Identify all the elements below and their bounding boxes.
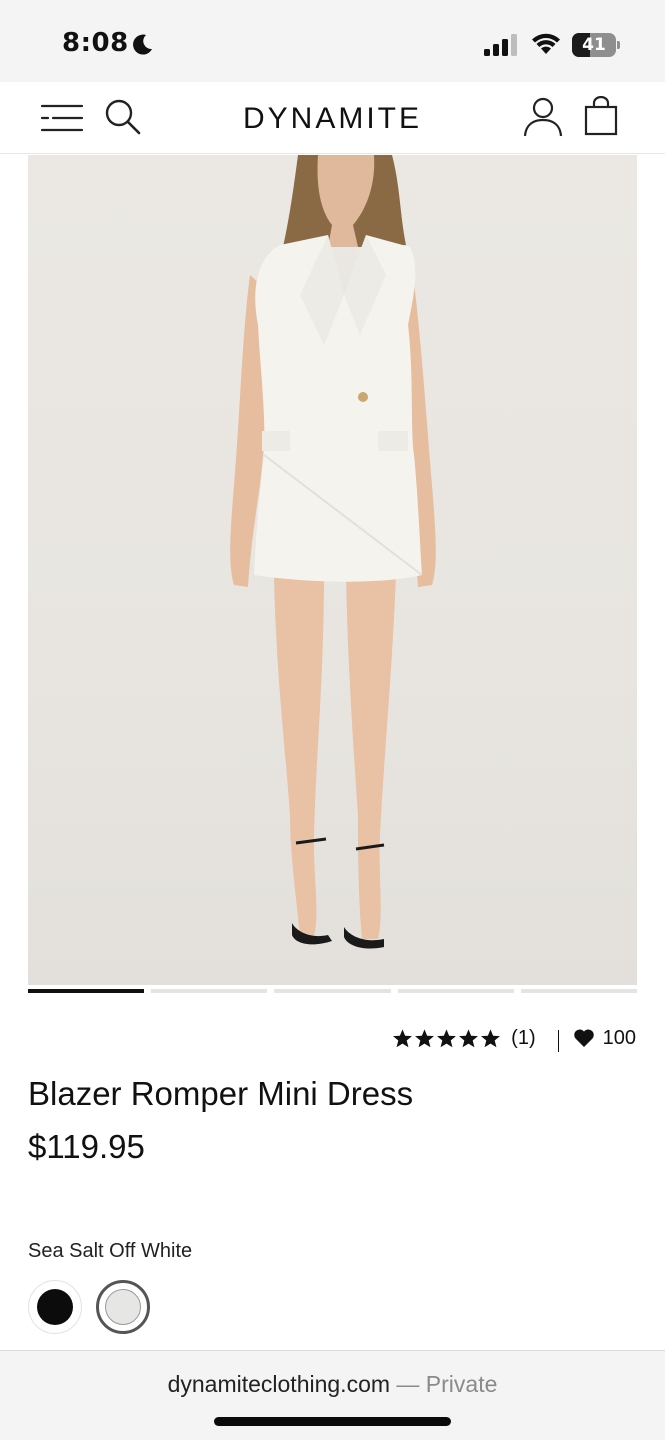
product-title: Blazer Romper Mini Dress (28, 1075, 414, 1112)
menu-icon[interactable] (40, 101, 84, 135)
star-icon (415, 1028, 435, 1047)
battery-body: 41 (572, 33, 616, 57)
url-display[interactable]: dynamiteclothing.com — Private (0, 1371, 665, 1398)
home-indicator[interactable] (214, 1417, 451, 1426)
carousel-dot[interactable] (397, 989, 514, 993)
divider (557, 1030, 559, 1052)
brand-logo[interactable]: DYNAMITE (200, 102, 465, 136)
search-icon[interactable] (104, 98, 142, 136)
image-carousel-indicator (28, 989, 638, 994)
rating-row: (1) 100 (392, 1022, 636, 1054)
status-bar: 8:08 41 (0, 0, 665, 82)
swatch-fill (37, 1289, 73, 1325)
carousel-dot[interactable] (520, 989, 638, 993)
carousel-dot[interactable] (274, 989, 391, 993)
cellular-signal-icon (484, 34, 517, 56)
heart-icon[interactable] (573, 1028, 595, 1048)
color-swatch-sea-salt-off-white[interactable] (96, 1280, 150, 1334)
battery-indicator: 41 (572, 33, 620, 57)
wifi-icon (532, 33, 560, 54)
model-wearing-dress-image (230, 155, 436, 949)
star-icon (459, 1028, 479, 1047)
product-image[interactable] (28, 155, 637, 985)
site-header: DYNAMITE (0, 82, 665, 154)
product-price: $119.95 (28, 1128, 145, 1165)
star-rating[interactable] (392, 1028, 501, 1049)
carousel-dot[interactable] (151, 989, 268, 993)
private-label: — Private (390, 1371, 498, 1397)
moon-icon (133, 34, 152, 55)
color-swatch-black[interactable] (28, 1280, 82, 1334)
likes-count: 100 (602, 1026, 636, 1049)
status-time: 8:08 (62, 28, 129, 58)
url-domain: dynamiteclothing.com (167, 1371, 391, 1397)
star-icon (393, 1028, 413, 1047)
review-count[interactable]: (1) (511, 1027, 535, 1050)
browser-address-bar[interactable]: dynamiteclothing.com — Private (0, 1350, 665, 1440)
battery-percent: 41 (582, 35, 606, 55)
account-icon[interactable] (522, 96, 564, 138)
star-icon (481, 1028, 501, 1047)
selected-color-name: Sea Salt Off White (28, 1240, 193, 1262)
shopping-bag-icon[interactable] (584, 96, 618, 136)
swatch-fill (105, 1289, 141, 1325)
carousel-dot[interactable] (28, 989, 145, 993)
star-icon (437, 1028, 457, 1047)
battery-tip (617, 41, 620, 49)
